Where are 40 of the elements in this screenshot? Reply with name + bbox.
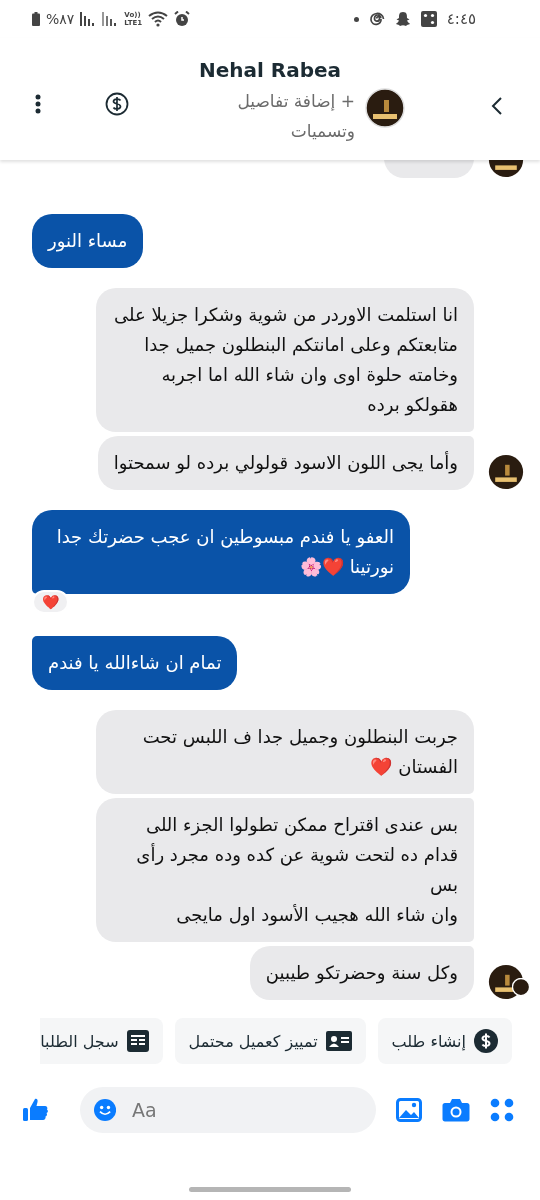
battery-level: %٨٧ bbox=[46, 11, 75, 27]
message-field[interactable]: Aa bbox=[80, 1087, 376, 1133]
image-icon[interactable] bbox=[396, 1098, 422, 1122]
more-options-icon[interactable] bbox=[35, 94, 41, 114]
quick-action-chip[interactable]: إنشاء طلب bbox=[377, 1018, 512, 1064]
message-bubble: انا استلمت الاوردر من شوية وشكرا جزيلا على متابعتكم وعلى امانتكم البنطلون جميل جدا وخامته حلوة اوى وان شاء الله اما اجربه هقولكو برده bbox=[96, 288, 474, 432]
id-card-icon bbox=[325, 1031, 352, 1051]
dot-icon bbox=[353, 16, 359, 22]
message-bubble: مساء النور bbox=[32, 214, 144, 268]
quick-action-chip[interactable]: تمييز كعميل محتمل bbox=[174, 1018, 366, 1064]
message-input[interactable]: Aa bbox=[130, 1098, 362, 1122]
wifi-icon bbox=[148, 11, 169, 27]
message-bubble: تمام ان شاءالله يا فندم bbox=[32, 636, 238, 690]
like-icon[interactable] bbox=[22, 1096, 50, 1124]
contact-name: Nehal Rabea bbox=[197, 58, 343, 82]
reaction-badge[interactable]: ❤ bbox=[32, 590, 69, 614]
seen-avatar bbox=[512, 978, 530, 996]
add-details-link[interactable]: + إضافة تفاصيل وتسميات bbox=[215, 86, 355, 146]
avatar[interactable] bbox=[365, 88, 405, 128]
message-bubble: وأما يجى اللون الاسود قولولي برده لو سمحتوا bbox=[97, 436, 474, 490]
more-apps-icon[interactable] bbox=[490, 1098, 514, 1122]
back-icon[interactable] bbox=[491, 96, 503, 116]
avatar bbox=[488, 454, 524, 490]
quick-action-chip[interactable]: سجل الطلبا bbox=[40, 1018, 163, 1064]
signal-icon bbox=[80, 12, 97, 26]
message-bubble: بس عندى اقتراح ممكن تطولوا الجزء اللى قدام ده لتحت شوية عن كده وده مجرد رأى بس وان شاء الله هجيب الأسود اول مايجى bbox=[96, 798, 474, 942]
clock-time: ٤:٤٥ bbox=[446, 10, 476, 28]
message-bubble: العفو يا فندم مبسوطين ان عجب حضرتك جدا نورتينا ❤🌸 bbox=[32, 510, 410, 594]
emoji-icon[interactable] bbox=[94, 1097, 117, 1123]
dollar-icon[interactable] bbox=[105, 92, 129, 116]
dollar-icon bbox=[474, 1029, 498, 1053]
message-bubble: وكل سنة وحضرتكو طيبين bbox=[249, 946, 474, 1000]
list-icon bbox=[126, 1030, 149, 1052]
battery-icon bbox=[32, 12, 40, 26]
ghost-icon bbox=[394, 11, 411, 27]
alarm-icon bbox=[174, 11, 191, 27]
message-bubble: جربت البنطلون وجميل جدا ف اللبس تحت الفستان ❤ bbox=[96, 710, 474, 794]
camera-icon[interactable] bbox=[442, 1098, 470, 1122]
signal-icon bbox=[102, 12, 119, 26]
dice-icon bbox=[420, 11, 437, 27]
